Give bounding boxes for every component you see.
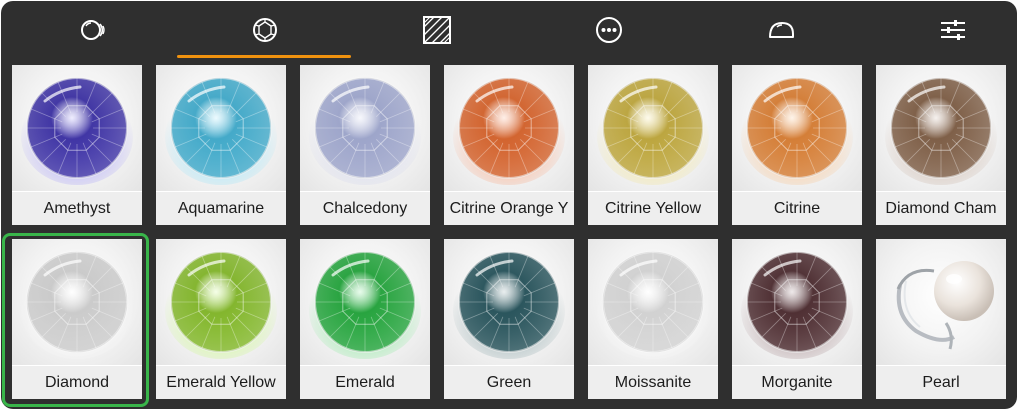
gemstone-render-icon [165,77,277,185]
material-tile-aquamarine[interactable]: Aquamarine [156,65,286,225]
material-tile-emerald[interactable]: Emerald [300,239,430,399]
gemstone-render-icon [309,77,421,185]
material-label: Morganite [732,366,862,399]
material-thumbnail [588,239,718,365]
material-tile-diamond-cham[interactable]: Diamond Cham [876,65,1006,225]
gemstone-render-icon [597,251,709,359]
gemstone-render-icon [885,77,997,185]
material-label: Chalcedony [300,192,430,225]
material-thumbnail [588,65,718,191]
material-library-panel: Amethyst Aquamarine Chalcedony Citrine O… [1,1,1017,409]
material-tile-morganite[interactable]: Morganite [732,239,862,399]
material-thumbnail [300,65,430,191]
sliders-icon [941,20,965,40]
material-label: Citrine [732,192,862,225]
tab-more[interactable] [523,1,695,59]
gemstone-render-icon [597,77,709,185]
material-tile-citrine-yellow[interactable]: Citrine Yellow [588,65,718,225]
material-thumbnail [444,239,574,365]
tab-texture[interactable] [351,1,523,59]
material-label: Moissanite [588,366,718,399]
material-thumbnail [300,239,430,365]
pearl-ring-icon [896,261,994,350]
material-thumbnail [12,65,142,191]
material-label: Emerald Yellow [156,366,286,399]
material-tile-amethyst[interactable]: Amethyst [12,65,142,225]
material-label: Green [444,366,574,399]
material-thumbnail [156,65,286,191]
material-tile-diamond[interactable]: Diamond [12,239,142,399]
cabochon-icon [769,22,794,38]
gemstone-render-icon [309,251,421,359]
texture-hatch-icon [423,16,451,44]
material-thumbnail [876,239,1006,365]
material-tile-pearl[interactable]: Pearl [876,239,1006,399]
material-label: Diamond Cham [876,192,1006,225]
material-label: Diamond [12,366,142,399]
gemstone-render-icon [453,77,565,185]
gem-coin-icon [81,20,105,40]
gemstone-render-icon [741,251,853,359]
material-thumbnail [876,65,1006,191]
material-label: Emerald [300,366,430,399]
material-label: Citrine Orange Y [444,192,574,225]
material-tile-green[interactable]: Green [444,239,574,399]
gemstone-render-icon [165,251,277,359]
material-label: Pearl [876,366,1006,399]
material-tile-emerald-yellow[interactable]: Emerald Yellow [156,239,286,399]
tab-adjust[interactable] [867,1,1017,59]
material-tile-citrine-orange-y[interactable]: Citrine Orange Y [444,65,574,225]
material-label: Aquamarine [156,192,286,225]
gemstone-render-icon [21,251,133,359]
material-tile-citrine[interactable]: Citrine [732,65,862,225]
tab-gem-coin[interactable] [7,1,179,59]
tab-cabochon[interactable] [695,1,867,59]
material-thumbnail [12,239,142,365]
gemstone-render-icon [453,251,565,359]
material-label: Citrine Yellow [588,192,718,225]
tab-gemstone[interactable] [179,1,351,59]
material-tile-moissanite[interactable]: Moissanite [588,239,718,399]
material-category-toolbar [1,1,1017,59]
gemstone-facet-icon [253,18,277,42]
more-dots-icon [596,17,622,43]
active-tab-indicator [177,55,351,58]
material-label: Amethyst [12,192,142,225]
material-tile-chalcedony[interactable]: Chalcedony [300,65,430,225]
material-thumbnail [156,239,286,365]
material-thumbnail [732,239,862,365]
gemstone-render-icon [741,77,853,185]
material-thumbnail [732,65,862,191]
material-thumbnail [444,65,574,191]
gemstone-render-icon [21,77,133,185]
